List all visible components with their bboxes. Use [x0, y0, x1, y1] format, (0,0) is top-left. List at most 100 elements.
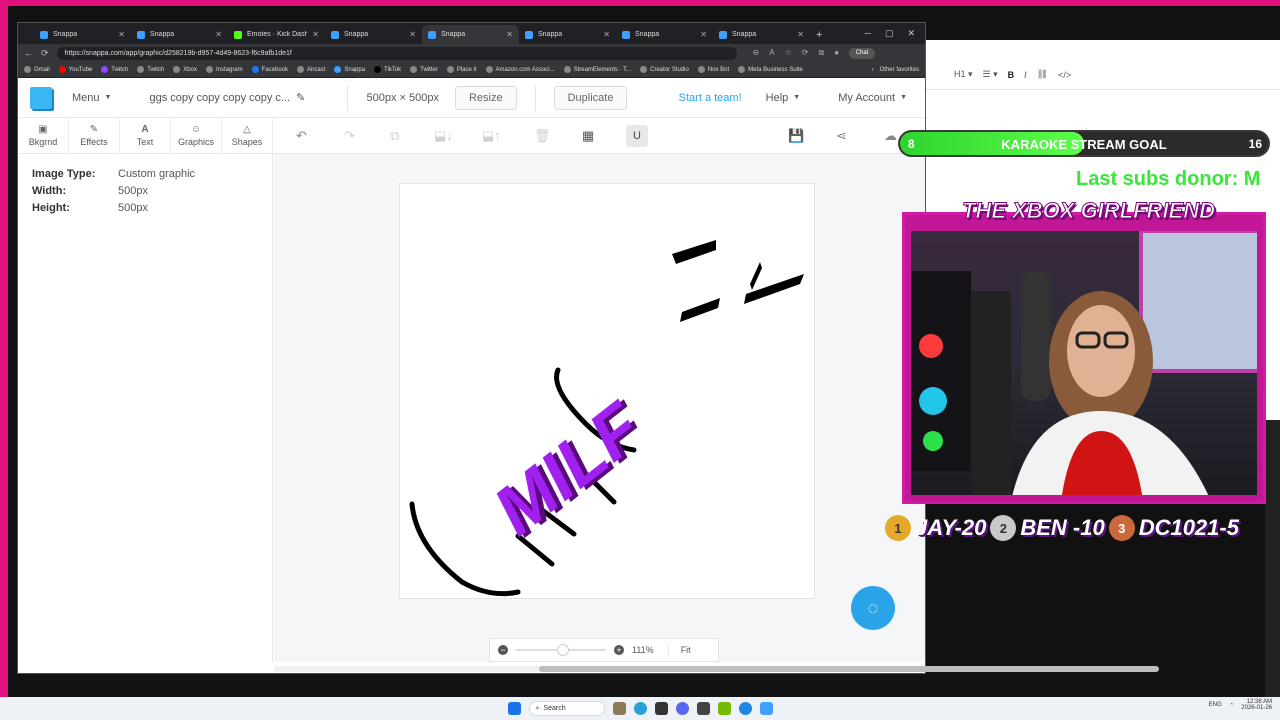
bookmark-item[interactable]: Aircast [297, 66, 325, 73]
list-select[interactable]: ☰ ▾ [983, 69, 998, 80]
browser-tab[interactable]: Snappa ✕ [616, 25, 713, 44]
tool-background[interactable]: ▣ Bkgrnd [18, 117, 69, 154]
send-backward-icon[interactable]: ⬓↓ [434, 118, 453, 154]
widget-icon[interactable] [612, 702, 626, 715]
back-icon[interactable]: ← [24, 48, 33, 58]
edge-icon[interactable] [633, 702, 647, 715]
scrollbar-thumb[interactable] [539, 666, 1159, 672]
close-tab-icon[interactable]: ✕ [603, 30, 610, 39]
chat-support-button[interactable]: ◌ [851, 586, 895, 630]
nvidia-icon[interactable] [717, 702, 731, 715]
horizontal-scrollbar[interactable] [274, 666, 1159, 672]
extensions-icon[interactable]: ⟳ [802, 48, 809, 59]
start-team-link[interactable]: Start a team! [679, 92, 742, 104]
bookmark-item[interactable]: Amazon.com Associ... [485, 66, 555, 73]
collections-icon[interactable]: ⧉ [818, 48, 824, 59]
snap-toggle[interactable]: U [626, 118, 648, 154]
terminal-icon[interactable] [654, 702, 668, 715]
tool-shapes[interactable]: △ Shapes [222, 117, 273, 154]
other-favorites[interactable]: › Other favorites [872, 67, 925, 73]
italic-icon[interactable]: I [1024, 70, 1027, 80]
menu-button[interactable]: Menu ▼ [72, 92, 111, 104]
browser-tab[interactable]: Snappa ✕ [131, 25, 228, 44]
close-tab-icon[interactable]: ✕ [700, 30, 707, 39]
zoom-slider[interactable] [516, 644, 606, 656]
start-icon[interactable] [507, 702, 521, 715]
bookmark-item[interactable]: Meta Business Suite [738, 66, 803, 73]
close-tab-icon[interactable]: ✕ [409, 30, 416, 39]
tool-effects[interactable]: ✎ Effects [69, 117, 120, 154]
copy-icon[interactable]: ⧉ [390, 118, 399, 154]
close-tab-icon[interactable]: ✕ [215, 30, 222, 39]
maximize-icon[interactable]: ▢ [885, 28, 894, 39]
delete-icon[interactable]: 🗑 [534, 118, 551, 154]
close-tab-icon[interactable]: ✕ [312, 30, 319, 39]
close-tab-icon[interactable]: ✕ [118, 30, 125, 39]
new-tab-button[interactable]: + [810, 29, 828, 44]
bookmark-item[interactable]: StreamElements · T... [563, 66, 631, 73]
language-indicator[interactable]: ENG [1209, 702, 1222, 708]
favorite-star-icon[interactable]: ☆ [785, 48, 792, 59]
bookmark-item[interactable]: Twitch [137, 66, 164, 73]
app-icon[interactable] [696, 702, 710, 715]
artwork[interactable]: MILF MILF [400, 184, 815, 599]
grid-icon[interactable]: ▦ [582, 118, 594, 154]
design-title[interactable]: ggs copy copy copy copy c... ✎ [149, 91, 329, 105]
bookmark-item[interactable]: TikTok [374, 66, 401, 73]
undo-icon[interactable]: ↶ [296, 118, 307, 154]
snappa-logo-icon[interactable] [30, 86, 52, 109]
bring-forward-icon[interactable]: ⬓↑ [482, 118, 501, 154]
reload-icon[interactable]: ⟳ [41, 48, 49, 59]
zoom-slider-knob[interactable] [557, 644, 569, 656]
bookmark-item[interactable]: Facebook [251, 66, 288, 73]
bold-icon[interactable]: B [1008, 70, 1015, 80]
bookmark-item[interactable]: Place it [446, 66, 477, 73]
bookmark-item[interactable]: Nox Bot [697, 66, 729, 73]
redo-icon[interactable]: ↷ [344, 118, 355, 154]
read-aloud-icon[interactable]: A [769, 48, 774, 59]
minimize-icon[interactable]: ─ [865, 28, 871, 39]
clock[interactable]: 12:38 AM 2026-01-26 [1241, 699, 1272, 711]
zoom-out-icon[interactable]: − [498, 645, 508, 655]
browser-tab[interactable]: Snappa ✕ [34, 25, 131, 44]
account-menu[interactable]: My Account ▼ [838, 92, 907, 104]
tool-graphics[interactable]: ☺ Graphics [171, 117, 222, 154]
bookmark-item[interactable]: Snappa [334, 66, 365, 73]
bookmark-item[interactable]: Instagram [205, 66, 243, 73]
wifi-icon[interactable]: ◔ [1230, 702, 1234, 708]
resize-button[interactable]: Resize [454, 85, 517, 110]
zoom-icon[interactable]: ⊖ [753, 48, 760, 59]
browser-tab[interactable]: Emotes · Kick Dashboard✕ [228, 25, 325, 44]
browser-tab[interactable]: Snappa ✕ [325, 25, 422, 44]
browser-tab[interactable]: Snappa ✕ [713, 25, 810, 44]
browser-tab-active[interactable]: Snappa ✕ [422, 25, 519, 44]
bookmark-item[interactable]: Twitch [101, 66, 128, 73]
share-icon[interactable]: ⋖ [836, 118, 847, 154]
app-icon[interactable] [738, 702, 752, 715]
close-tab-icon[interactable]: ✕ [797, 30, 804, 39]
fit-button[interactable]: Fit [667, 645, 691, 655]
save-icon[interactable]: 💾 [788, 118, 804, 154]
tool-text[interactable]: A Text [120, 117, 171, 154]
taskbar-search[interactable]: ⌕ Search [528, 701, 605, 716]
profile-icon[interactable]: ● [834, 48, 839, 59]
close-tab-icon[interactable]: ✕ [506, 30, 513, 39]
browser-tab[interactable]: Snappa ✕ [519, 25, 616, 44]
zoom-in-icon[interactable]: + [614, 645, 624, 655]
link-icon[interactable]: ⛓ [1037, 69, 1048, 80]
url-field[interactable]: https://snappa.com/app/graphic/d258219b-… [56, 46, 737, 60]
code-icon[interactable]: </> [1058, 70, 1071, 80]
bookmark-item[interactable]: Creator Studio [640, 66, 689, 73]
discord-icon[interactable] [675, 702, 689, 715]
duplicate-button[interactable]: Duplicate [553, 85, 628, 110]
download-icon[interactable]: ☁ [884, 118, 897, 154]
help-menu[interactable]: Help ▼ [766, 92, 801, 104]
bookmark-item[interactable]: YouTube [58, 66, 92, 73]
bookmark-item[interactable]: Xbox [173, 66, 197, 73]
copilot-button[interactable]: Chat [849, 47, 876, 59]
heading-select[interactable]: H1 ▾ [954, 69, 973, 80]
artboard[interactable]: MILF MILF [399, 183, 815, 599]
app-icon[interactable] [759, 702, 773, 715]
bookmark-item[interactable]: Twitter [410, 66, 438, 73]
bookmark-item[interactable]: Gmail [24, 66, 50, 73]
